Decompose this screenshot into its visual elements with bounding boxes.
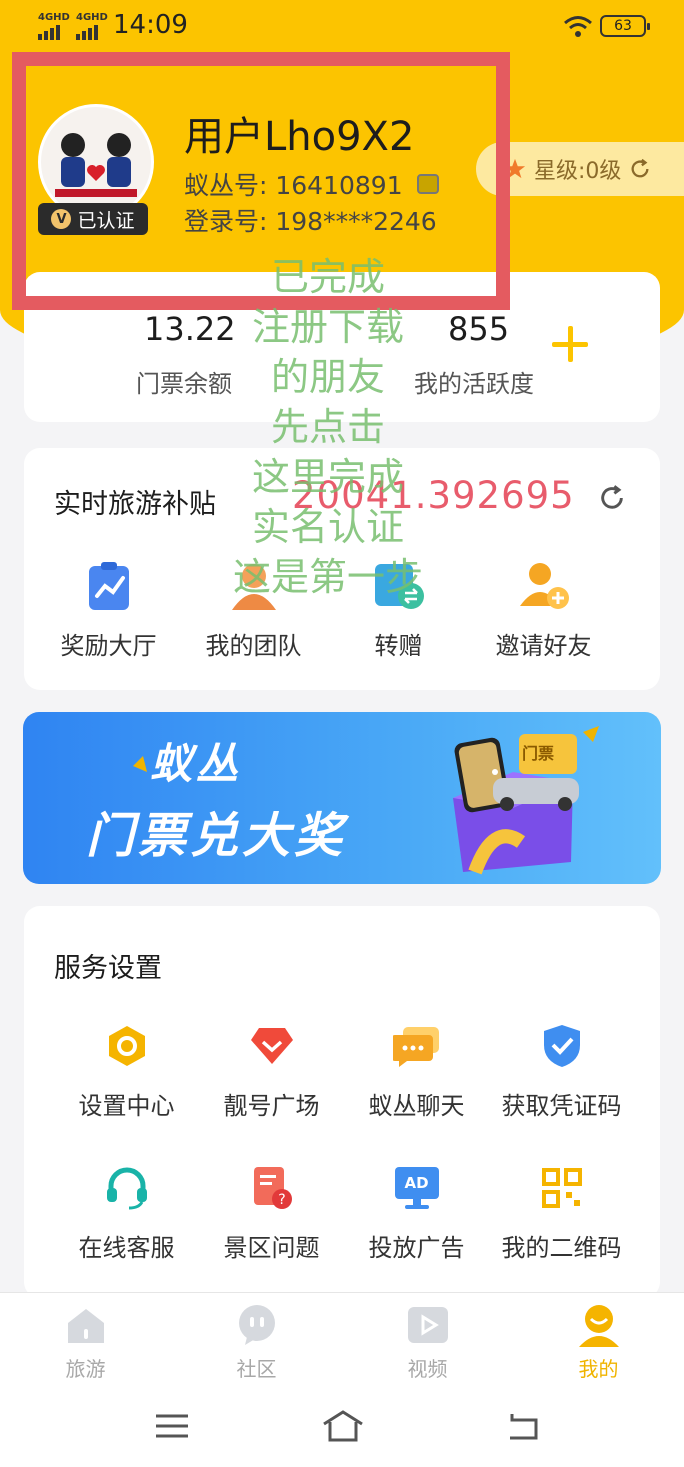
subsidy-title: 实时旅游补贴	[54, 489, 216, 520]
video-icon	[407, 1307, 448, 1343]
profile-icon	[578, 1305, 619, 1347]
reward-hall-label: 奖励大厅	[60, 632, 157, 660]
signal-bars-icon	[38, 25, 70, 40]
signal-1: 4GHD	[38, 12, 70, 40]
banner-title-brand: 蚁丛	[150, 739, 243, 788]
home-icon	[67, 1309, 104, 1343]
advertise-label: 投放广告	[368, 1234, 465, 1262]
ticket-tag: 门票	[522, 744, 555, 763]
chart-icon	[81, 558, 137, 614]
overlay-line: 已完成	[270, 255, 385, 299]
battery-indicator: 63	[600, 15, 650, 37]
home-nav-icon[interactable]	[320, 1406, 366, 1446]
overlay-line: 这是第一步	[232, 555, 423, 599]
qrcode-icon	[534, 1160, 590, 1216]
add-icon[interactable]	[552, 326, 588, 362]
customer-service-label: 在线客服	[78, 1234, 175, 1262]
tab-travel-label: 旅游	[65, 1357, 106, 1381]
settings-center-button[interactable]: 设置中心	[54, 1018, 199, 1121]
scenic-issue-label: 景区问题	[223, 1234, 320, 1262]
settings-icon	[99, 1018, 155, 1074]
tab-mine[interactable]: 我的	[513, 1293, 684, 1390]
shield-icon	[534, 1018, 590, 1074]
overlay-line: 先点击	[270, 405, 385, 449]
tab-community-label: 社区	[236, 1357, 277, 1381]
ad-icon: AD	[389, 1160, 445, 1216]
network-type-1: 4GHD	[38, 12, 70, 23]
invite-icon	[516, 558, 572, 614]
service-row-2: 在线客服 ? 景区问题 AD 投放广告 我的二维码	[54, 1160, 634, 1263]
question-doc-icon: ?	[244, 1160, 300, 1216]
headset-icon	[99, 1160, 155, 1216]
chat-icon	[389, 1018, 445, 1074]
tab-mine-label: 我的	[578, 1357, 619, 1381]
banner-title-main: 门票兑大奖	[86, 808, 347, 864]
star-level-label: 星级:0级	[534, 159, 622, 184]
service-settings-title: 服务设置	[54, 953, 162, 984]
chat-label: 蚁丛聊天	[368, 1092, 465, 1120]
overlay-line: 注册下载	[251, 305, 404, 349]
svg-text:?: ?	[278, 1192, 285, 1208]
chat-button[interactable]: 蚁丛聊天	[344, 1018, 489, 1121]
reward-hall-button[interactable]: 奖励大厅	[36, 558, 181, 661]
back-icon[interactable]	[502, 1406, 542, 1446]
invite-friends-button[interactable]: 邀请好友	[471, 558, 616, 661]
tab-community[interactable]: 社区	[171, 1293, 342, 1390]
community-icon	[238, 1305, 275, 1345]
service-row-1: 设置中心 靓号广场 蚁丛聊天 获取凭证码	[54, 1018, 634, 1121]
refresh-icon[interactable]	[629, 158, 651, 180]
my-qrcode-button[interactable]: 我的二维码	[489, 1160, 634, 1263]
customer-service-button[interactable]: 在线客服	[54, 1160, 199, 1263]
get-voucher-code-label: 获取凭证码	[501, 1092, 622, 1120]
advertise-button[interactable]: AD 投放广告	[344, 1160, 489, 1263]
vanity-number-button[interactable]: 靓号广场	[199, 1018, 344, 1121]
signal-bars-icon	[76, 25, 108, 40]
tab-video-label: 视频	[407, 1357, 448, 1381]
overlay-line: 这里完成	[251, 455, 404, 499]
ad-text: AD	[394, 1167, 439, 1199]
refresh-icon[interactable]	[598, 484, 626, 512]
vanity-number-label: 靓号广场	[223, 1092, 320, 1120]
diamond-icon	[244, 1018, 300, 1074]
get-voucher-code-button[interactable]: 获取凭证码	[489, 1018, 634, 1121]
network-type-2: 4GHD	[76, 12, 108, 23]
scenic-issue-button[interactable]: ? 景区问题	[199, 1160, 344, 1263]
invite-friends-label: 邀请好友	[495, 632, 592, 660]
menu-icon[interactable]	[152, 1406, 192, 1446]
my-team-label: 我的团队	[205, 632, 302, 660]
bottom-tab-bar: 旅游 社区 视频 我的	[0, 1292, 684, 1390]
overlay-line: 的朋友	[270, 355, 385, 399]
instruction-overlay: 已完成 注册下载 的朋友 先点击 这里完成 实名认证 这是第一步	[200, 252, 456, 602]
tab-video[interactable]: 视频	[342, 1293, 513, 1390]
clock: 14:09	[113, 10, 188, 40]
activity-value: 855	[448, 310, 510, 348]
settings-center-label: 设置中心	[78, 1092, 175, 1120]
signal-2: 4GHD	[76, 12, 108, 40]
my-qrcode-label: 我的二维码	[501, 1234, 622, 1262]
wifi-icon	[564, 16, 592, 37]
tab-travel[interactable]: 旅游	[0, 1293, 171, 1390]
overlay-line: 实名认证	[251, 505, 404, 549]
transfer-label: 转赠	[374, 632, 423, 660]
status-bar: 4GHD 4GHD 14:09 63	[0, 0, 684, 54]
system-navigation-bar	[0, 1390, 684, 1467]
